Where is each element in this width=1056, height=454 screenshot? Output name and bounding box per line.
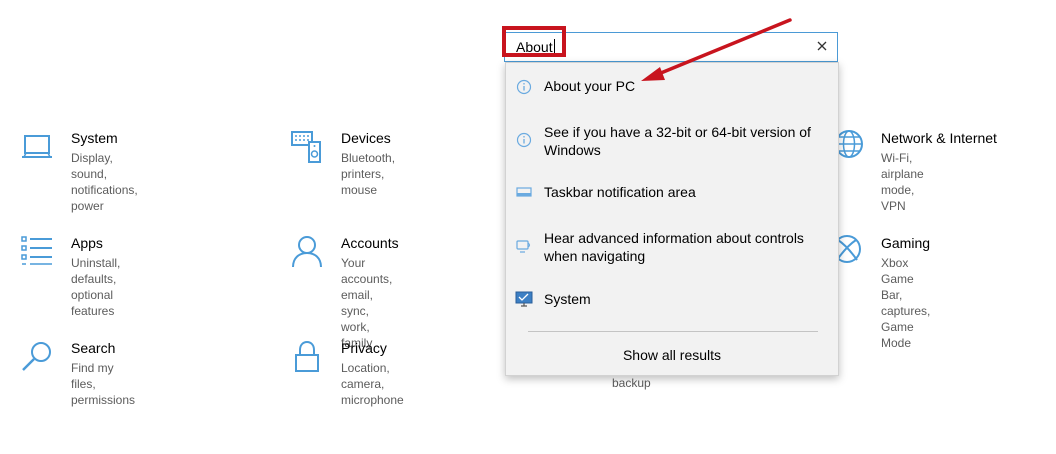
- annotation-arrow: [641, 18, 792, 81]
